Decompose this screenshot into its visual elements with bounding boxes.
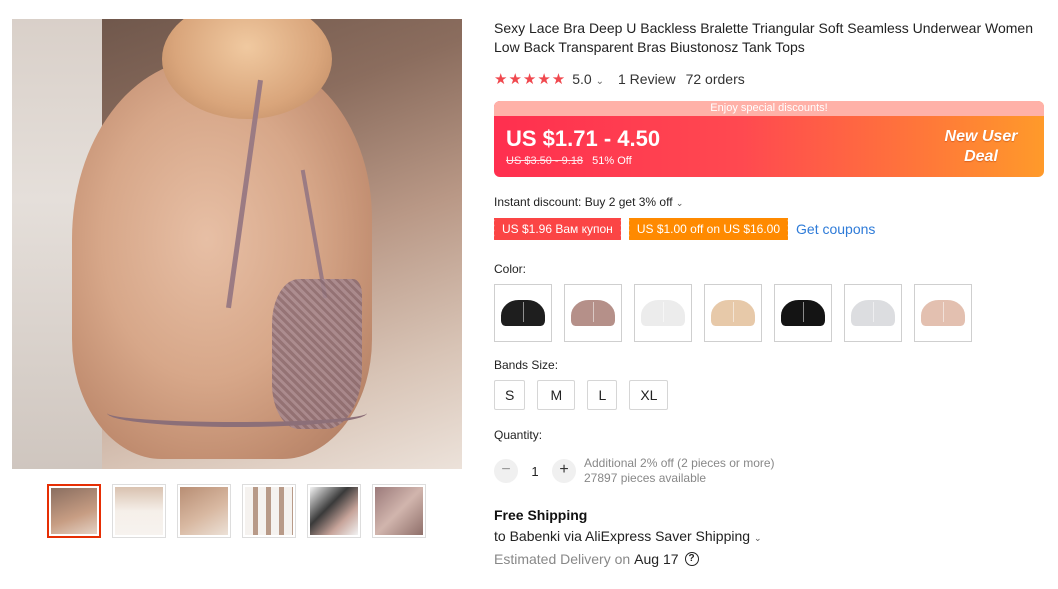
rating-number: 5.0 [572,71,592,87]
size-option-xl[interactable]: XL [629,380,669,410]
size-option-l[interactable]: L [587,380,618,410]
shipping-destination[interactable]: to Babenki via AliExpress Saver Shipping… [494,528,1046,544]
color-option-mauve[interactable] [564,284,622,342]
shipping-destination-text: to Babenki via AliExpress Saver Shipping [494,528,751,544]
size-label: Bands Size: [494,358,559,372]
quantity-info: Additional 2% off (2 pieces or more) 278… [584,456,775,486]
new-user-line: New User [944,128,1018,145]
product-info: Sexy Lace Bra Deep U Backless Bralette T… [492,19,1046,567]
quantity-stepper: − 1 + Additional 2% off (2 pieces or mor… [494,456,1046,486]
estimated-delivery: Estimated Delivery on Aug 17 ? [494,551,1046,567]
size-options: S M L XL [494,380,1046,410]
help-icon[interactable]: ? [684,552,699,566]
instant-discount[interactable]: Instant discount: Buy 2 get 3% off ⌄ [494,195,1046,209]
quantity-decrease-button[interactable]: − [494,459,518,483]
color-label: Color: [494,262,527,276]
discount-strip: Enjoy special discounts! [494,101,1044,116]
shipping-title: Free Shipping [494,507,588,523]
delivery-date: Aug 17 [634,551,679,567]
thumbnail-6[interactable] [372,484,426,538]
color-option-nude[interactable] [704,284,762,342]
original-price-row: US $3.50 - 9.18 51% Off [506,155,632,167]
orders-count: 72 orders [685,71,745,87]
original-price: US $3.50 - 9.18 [506,155,584,167]
size-option-m[interactable]: M [537,380,576,410]
delivery-label: Estimated Delivery on [494,551,631,567]
quantity-increase-button[interactable]: + [552,459,576,483]
thumbnail-1[interactable] [47,484,101,538]
rating-value[interactable]: 5.0 ⌄ [572,71,604,87]
color-option-skin[interactable] [914,284,972,342]
thumbnail-5[interactable] [307,484,361,538]
product-title: Sexy Lace Bra Deep U Backless Bralette T… [494,20,1033,55]
stock-available-text: 27897 pieces available [584,471,707,485]
size-option-s[interactable]: S [494,380,526,410]
chevron-down-icon: ⌄ [753,533,762,543]
price-banner: Enjoy special discounts! US $1.71 - 4.50… [494,101,1044,177]
rating-row: ★★★★★ 5.0 ⌄ 1 Review 72 orders [494,69,1046,89]
coupon-badge-1[interactable]: US $1.96 Вам купон [492,218,621,240]
color-option-light-grey[interactable] [844,284,902,342]
coupon-row: US $1.96 Вам купон US $1.00 off on US $1… [492,218,1046,240]
rating-stars: ★★★★★ [494,71,567,88]
instant-discount-text: Instant discount: Buy 2 get 3% off [494,195,673,209]
thumbnail-3[interactable] [177,484,231,538]
quantity-label: Quantity: [494,428,543,442]
chevron-down-icon: ⌄ [675,198,684,208]
new-user-deal-badge: New User Deal [936,127,1026,167]
color-option-black-lace[interactable] [494,284,552,342]
deal-line: Deal [964,148,998,165]
bulk-discount-text: Additional 2% off (2 pieces or more) [584,456,775,470]
get-coupons-link[interactable]: Get coupons [796,221,875,237]
color-option-white[interactable] [634,284,692,342]
thumbnail-2[interactable] [112,484,166,538]
discount-percent: 51% Off [592,155,632,167]
quantity-value[interactable]: 1 [518,464,552,479]
reviews-link[interactable]: 1 Review [618,71,676,87]
main-product-image[interactable] [12,19,462,469]
color-swatches [494,284,1046,342]
chevron-down-icon: ⌄ [595,76,604,87]
thumbnail-4[interactable] [242,484,296,538]
thumbnail-strip [47,484,426,538]
coupon-badge-2[interactable]: US $1.00 off on US $16.00 [626,218,789,240]
price-range: US $1.71 - 4.50 [506,126,661,151]
color-option-black[interactable] [774,284,832,342]
